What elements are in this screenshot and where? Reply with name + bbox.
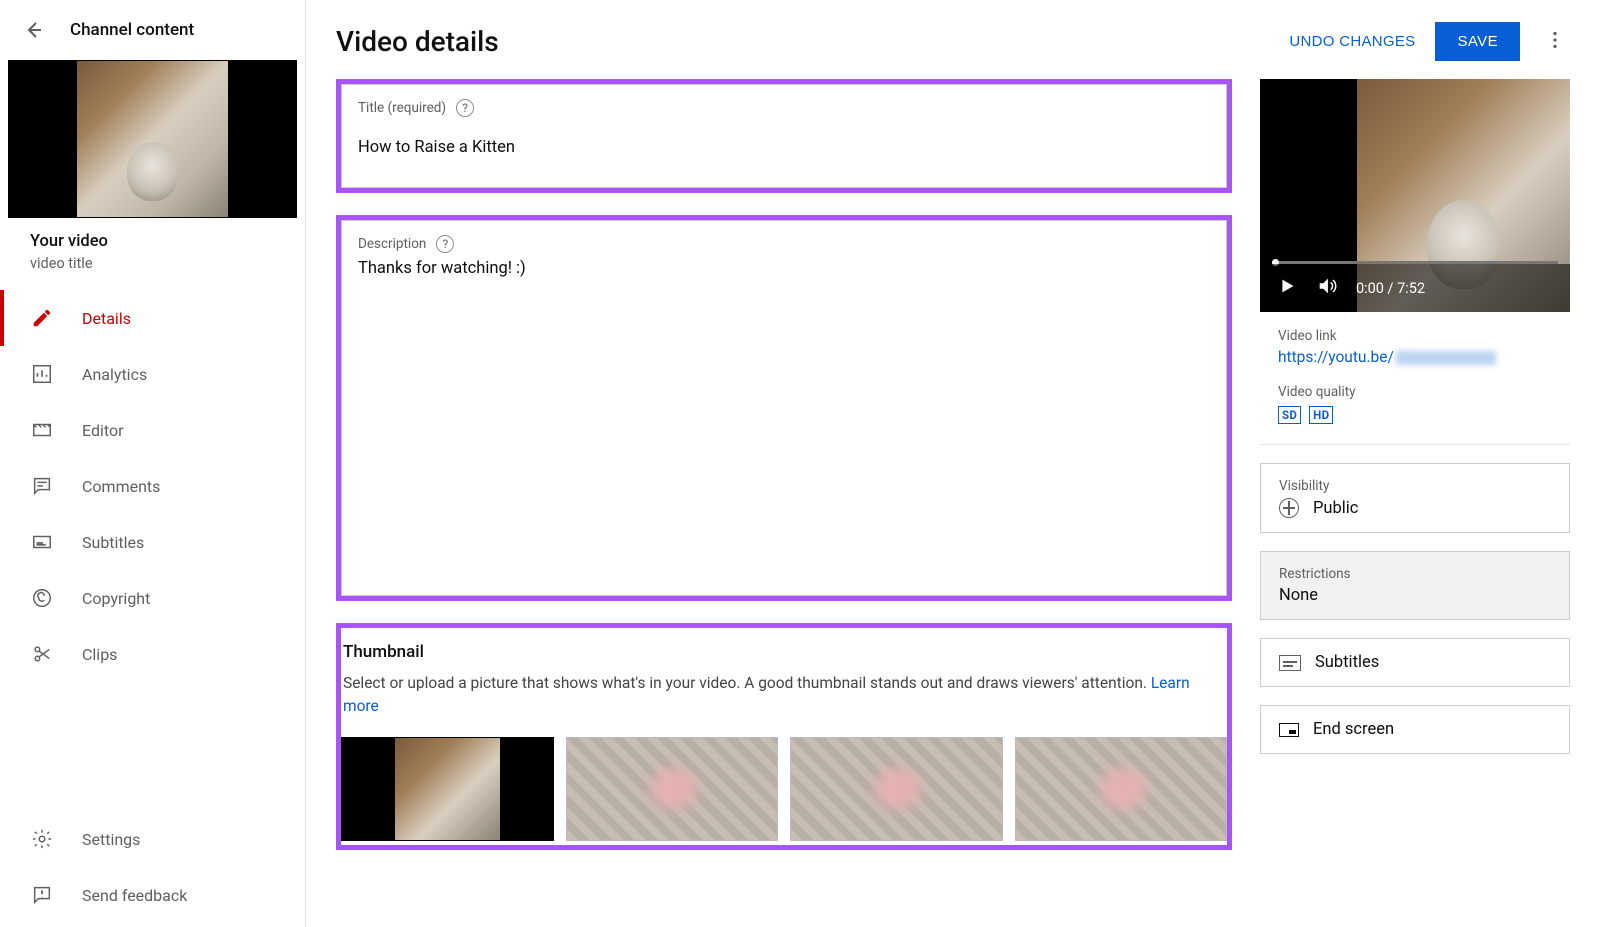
- help-icon[interactable]: ?: [456, 99, 474, 117]
- sidebar-item-label: Send feedback: [82, 886, 187, 905]
- subtitles-card[interactable]: Subtitles: [1260, 638, 1570, 687]
- sidebar-item-editor[interactable]: Editor: [0, 402, 305, 458]
- sidebar-item-label: Subtitles: [82, 533, 144, 552]
- gear-icon: [30, 827, 54, 851]
- sidebar-item-subtitles[interactable]: Subtitles: [0, 514, 305, 570]
- sidebar-item-label: Editor: [82, 421, 123, 440]
- sidebar-item-clips[interactable]: Clips: [0, 626, 305, 682]
- channel-content-header: Channel content: [70, 20, 194, 40]
- video-quality-label: Video quality: [1278, 384, 1552, 400]
- sidebar: Channel content Your video video title D…: [0, 0, 306, 927]
- chart-icon: [30, 362, 54, 386]
- hd-badge: HD: [1309, 406, 1333, 424]
- thumbnail-heading: Thumbnail: [341, 642, 1227, 662]
- sidebar-item-label: Comments: [82, 477, 160, 496]
- back-arrow-icon[interactable]: [22, 18, 46, 42]
- feedback-icon: [30, 883, 54, 907]
- sidebar-item-label: Details: [82, 309, 131, 328]
- visibility-label: Visibility: [1279, 478, 1551, 494]
- your-video-label: Your video: [30, 232, 275, 251]
- undo-changes-button[interactable]: UNDO CHANGES: [1289, 33, 1415, 50]
- page-title: Video details: [336, 25, 499, 58]
- end-screen-card[interactable]: End screen: [1260, 705, 1570, 754]
- sidebar-item-comments[interactable]: Comments: [0, 458, 305, 514]
- cc-icon: [30, 530, 54, 554]
- title-field[interactable]: Title (required) ?: [341, 84, 1227, 188]
- restrictions-card: Restrictions None: [1260, 551, 1570, 620]
- sidebar-item-label: Clips: [82, 645, 117, 664]
- more-options-icon[interactable]: [1540, 29, 1570, 55]
- scissors-icon: [30, 642, 54, 666]
- description-field[interactable]: Description ?: [341, 220, 1227, 596]
- sidebar-item-settings[interactable]: Settings: [0, 811, 305, 867]
- sidebar-item-label: Copyright: [82, 589, 150, 608]
- copyright-icon: [30, 586, 54, 610]
- film-icon: [30, 418, 54, 442]
- restrictions-value: None: [1279, 586, 1318, 605]
- sidebar-item-label: Analytics: [82, 365, 147, 384]
- video-title-sub: video title: [30, 255, 275, 272]
- title-field-label: Title (required): [358, 100, 446, 116]
- end-screen-label: End screen: [1313, 720, 1394, 739]
- sidebar-item-copyright[interactable]: Copyright: [0, 570, 305, 626]
- sidebar-item-feedback[interactable]: Send feedback: [0, 867, 305, 923]
- sidebar-video-thumbnail[interactable]: [8, 60, 297, 218]
- video-id-redacted: [1396, 351, 1496, 365]
- title-input[interactable]: [358, 121, 1210, 173]
- thumbnail-option-3[interactable]: [790, 737, 1003, 841]
- volume-icon[interactable]: [1316, 275, 1338, 301]
- subtitles-card-label: Subtitles: [1315, 653, 1379, 672]
- video-link[interactable]: https://youtu.be/: [1278, 348, 1552, 366]
- pencil-icon: [30, 306, 54, 330]
- restrictions-label: Restrictions: [1279, 566, 1551, 582]
- sd-badge: SD: [1278, 406, 1301, 424]
- video-link-label: Video link: [1278, 328, 1552, 344]
- video-player[interactable]: 0:00 / 7:52: [1260, 79, 1570, 312]
- thumbnail-option-2[interactable]: [566, 737, 779, 841]
- thumbnail-description: Select or upload a picture that shows wh…: [343, 674, 1151, 692]
- sidebar-nav: Details Analytics Editor Comments Subtit…: [0, 290, 305, 811]
- thumbnail-option-4[interactable]: [1015, 737, 1228, 841]
- visibility-value: Public: [1313, 499, 1358, 518]
- description-field-label: Description: [358, 236, 426, 252]
- sidebar-item-label: Settings: [82, 830, 140, 849]
- globe-icon: [1279, 498, 1299, 518]
- thumbnail-option-1[interactable]: [341, 737, 554, 841]
- save-button[interactable]: SAVE: [1435, 22, 1520, 61]
- subtitles-icon: [1279, 655, 1301, 671]
- player-time: 0:00 / 7:52: [1356, 280, 1425, 297]
- sidebar-item-analytics[interactable]: Analytics: [0, 346, 305, 402]
- play-icon[interactable]: [1276, 275, 1298, 301]
- sidebar-item-details[interactable]: Details: [0, 290, 305, 346]
- description-textarea[interactable]: [358, 257, 1210, 577]
- help-icon[interactable]: ?: [436, 235, 454, 253]
- visibility-card[interactable]: Visibility Public: [1260, 463, 1570, 533]
- comment-icon: [30, 474, 54, 498]
- end-screen-icon: [1279, 723, 1299, 737]
